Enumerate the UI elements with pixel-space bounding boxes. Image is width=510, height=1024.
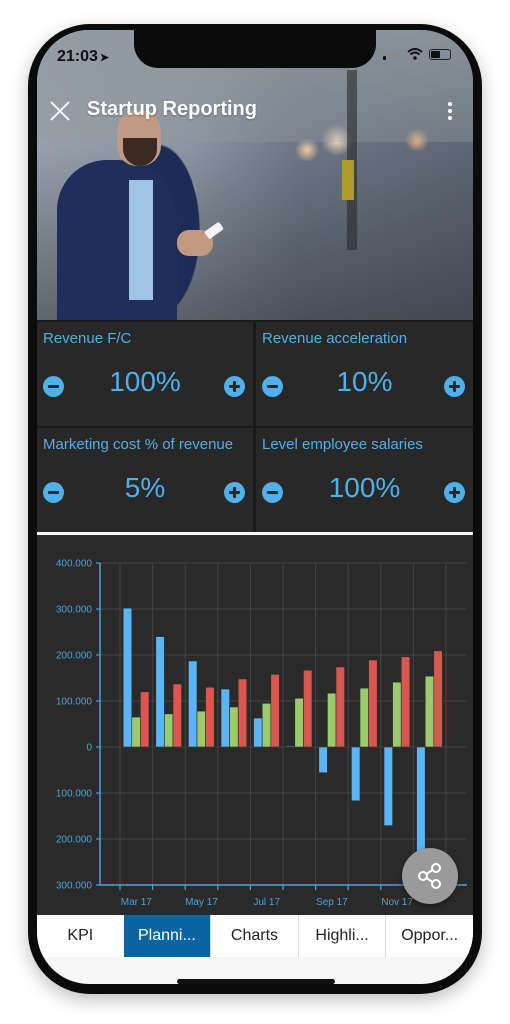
bar-1: [155, 636, 165, 748]
tab-opportunities[interactable]: Oppor...: [386, 915, 473, 957]
control-marketing-cost: Marketing cost % of revenue 5%: [37, 428, 253, 532]
y-tick-label: 100.000: [56, 789, 93, 800]
control-value: 5%: [124, 472, 166, 503]
control-label: Revenue acceleration: [262, 330, 408, 347]
screen: 21:03 ➤ Startup Reporting Revenue F/C 100…: [37, 30, 473, 984]
share-icon: [418, 863, 441, 889]
bar-2: [229, 706, 239, 748]
control-revenue-acceleration: Revenue acceleration 10%: [256, 322, 473, 426]
tab-highlights[interactable]: Highli...: [299, 915, 387, 957]
tab-planning[interactable]: Planni...: [123, 915, 212, 957]
bar-1: [220, 688, 230, 748]
bar-2: [261, 703, 272, 748]
control-value: 10%: [336, 366, 393, 397]
close-icon[interactable]: [49, 100, 71, 122]
increment-button[interactable]: [224, 376, 245, 397]
bar-1: [122, 607, 133, 748]
bar-2: [424, 675, 435, 748]
bar-3: [237, 678, 248, 748]
increment-button[interactable]: [444, 482, 465, 503]
bar-3: [335, 666, 345, 748]
status-time: 21:03 ➤: [57, 48, 110, 65]
hero-image: [37, 30, 473, 320]
x-tick-label: May 17: [185, 897, 218, 908]
page-title: Startup Reporting: [87, 98, 257, 120]
wifi-icon: [407, 48, 423, 60]
status-icons: [383, 48, 451, 60]
control-value: 100%: [328, 472, 401, 503]
bar-2: [164, 713, 174, 748]
control-value: 100%: [109, 366, 181, 397]
bar-1: [285, 745, 296, 748]
tab-bar: KPI Planni... Charts Highli... Oppor...: [37, 915, 473, 957]
bar-1: [383, 746, 393, 826]
bar-1: [253, 717, 263, 748]
tab-kpi[interactable]: KPI: [37, 915, 124, 957]
bar-2: [392, 681, 402, 748]
bar-1: [351, 746, 361, 802]
y-tick-label: 100.000: [56, 697, 93, 708]
bar-3: [400, 656, 411, 748]
x-tick-label: Mar 17: [121, 897, 153, 908]
cellular-signal-icon: [383, 48, 401, 60]
y-tick-label: 200.000: [56, 835, 93, 846]
increment-button[interactable]: [224, 482, 245, 503]
increment-button[interactable]: [444, 376, 465, 397]
y-tick-label: 300.000: [56, 881, 93, 892]
bar-1: [416, 746, 426, 854]
share-button[interactable]: [402, 848, 458, 904]
bar-3: [303, 669, 313, 748]
bar-2: [359, 687, 369, 748]
bar-2: [131, 716, 141, 748]
tab-charts[interactable]: Charts: [211, 915, 299, 957]
location-arrow-icon: ➤: [99, 52, 110, 64]
y-tick-label: 300.000: [56, 605, 93, 616]
notch: [134, 30, 376, 68]
bar-3: [140, 691, 150, 748]
control-label: Level employee salaries: [262, 436, 423, 453]
x-tick-label: Sep 17: [316, 897, 348, 908]
bar-1: [318, 746, 328, 774]
bar-3: [205, 686, 215, 748]
control-label: Revenue F/C: [43, 330, 132, 347]
battery-icon: [429, 48, 451, 60]
control-employee-salaries: Level employee salaries 100%: [256, 428, 473, 532]
planning-controls: Revenue F/C 100% Revenue acceleration 10…: [37, 320, 473, 532]
y-tick-label: 400.000: [56, 559, 93, 570]
bar-1: [188, 660, 198, 748]
home-indicator[interactable]: [177, 979, 335, 984]
x-tick-label: Jul 17: [253, 897, 280, 908]
app-bar: Startup Reporting: [37, 92, 473, 132]
bar-2: [327, 692, 337, 748]
bar-2: [294, 697, 304, 748]
y-tick-label: 0: [86, 743, 92, 754]
bar-3: [433, 650, 443, 748]
bar-3: [270, 674, 280, 748]
bar-2: [196, 710, 206, 748]
bar-3: [368, 659, 378, 748]
control-revenue-fc: Revenue F/C 100%: [37, 322, 253, 426]
control-label: Marketing cost % of revenue: [43, 436, 234, 453]
y-tick-label: 200.000: [56, 651, 93, 662]
person-figure: [57, 160, 177, 320]
bar-3: [172, 683, 182, 748]
more-vertical-icon[interactable]: [447, 102, 453, 122]
